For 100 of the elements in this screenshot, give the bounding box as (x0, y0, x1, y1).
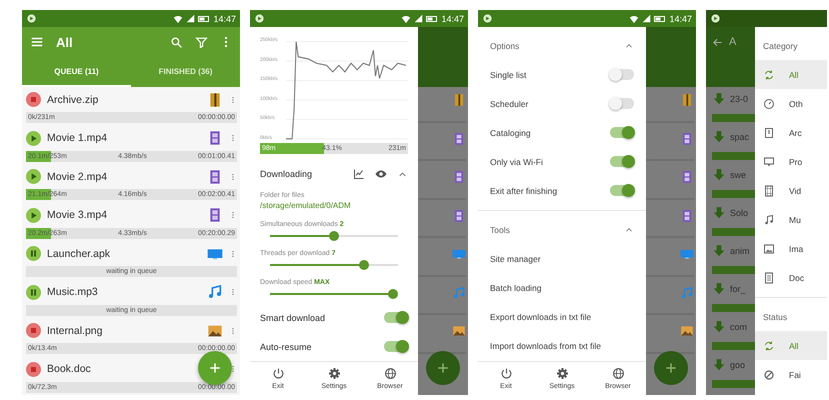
play-icon[interactable] (26, 130, 41, 146)
toggle-switch[interactable] (610, 98, 634, 109)
film-icon (680, 208, 694, 222)
add-button[interactable] (198, 351, 232, 385)
category-item[interactable]: Arc (755, 118, 827, 147)
setting-label: Exit after finishing (490, 186, 558, 196)
film-icon (452, 132, 466, 146)
pause-icon[interactable] (26, 246, 41, 261)
slider[interactable] (270, 288, 398, 298)
music-note-icon (680, 286, 694, 300)
category-item[interactable]: Doc (755, 263, 827, 292)
file-name: Movie 3.mp4 (47, 209, 108, 221)
toggle-switch[interactable] (610, 185, 634, 196)
music-note-icon (452, 286, 466, 300)
list-row-bar (712, 190, 755, 198)
list-row-bar (712, 304, 755, 312)
wifi-icon (173, 14, 184, 24)
toggle-switch[interactable] (384, 312, 408, 323)
eye-icon[interactable] (375, 168, 387, 180)
toggle-switch[interactable] (610, 156, 634, 167)
section-title: Options (490, 40, 520, 50)
chart-icon[interactable] (353, 168, 365, 180)
slider[interactable] (270, 230, 398, 240)
file-name: Solo (730, 208, 748, 218)
clock-time: 14:47 (213, 14, 236, 24)
category-item[interactable]: All (755, 60, 827, 89)
list-row-bar (712, 380, 755, 388)
menu-item[interactable]: Site manager (478, 244, 646, 273)
file-name: Internal.png (47, 324, 102, 336)
add-button[interactable] (654, 351, 688, 385)
category-item[interactable]: Oth (755, 89, 827, 118)
menu-icon[interactable] (30, 35, 44, 49)
menu-item[interactable]: Export downloads in txt file (478, 302, 646, 331)
section-title: Category (762, 40, 798, 53)
clock-time: 14:47 (669, 14, 692, 24)
plus-icon (208, 361, 222, 375)
film-icon (680, 132, 694, 146)
notification-icon (482, 13, 493, 24)
file-name: com (730, 322, 748, 332)
toggle-switch[interactable] (384, 341, 408, 352)
file-name: goo (730, 360, 746, 370)
search-icon[interactable] (170, 36, 183, 48)
file-name: anim (730, 246, 750, 256)
refresh-icon (763, 68, 775, 80)
globe-icon (384, 367, 396, 380)
file-name: Movie 2.mp4 (47, 170, 108, 182)
play-icon[interactable] (26, 208, 41, 222)
image-icon (207, 322, 223, 338)
plus-icon (436, 361, 450, 375)
download-arrow-icon (712, 282, 726, 296)
play-icon[interactable] (26, 169, 41, 184)
toggle-switch[interactable] (610, 69, 634, 80)
list-row-bar (712, 228, 755, 236)
stop-icon[interactable] (26, 323, 41, 338)
settings-icon (556, 367, 568, 380)
globe-icon (612, 367, 624, 380)
download-arrow-icon (712, 358, 726, 372)
settings-icon (328, 367, 340, 380)
music-note-icon (763, 214, 775, 226)
setting-label: Smart download (260, 312, 326, 322)
file-name: spac (730, 132, 750, 142)
notification-icon (710, 13, 721, 24)
back-arrow-icon[interactable] (712, 36, 723, 48)
document-icon (763, 272, 775, 284)
folder-path[interactable]: /storage/emulated/0/ADM (260, 201, 408, 210)
menu-item[interactable]: Import downloads from txt file (478, 331, 646, 360)
menu-item[interactable]: Batch loading (478, 273, 646, 302)
wifi-icon (629, 14, 640, 24)
archive-file-icon (452, 93, 466, 107)
screen-title: All (56, 34, 74, 50)
file-name: 23-0 (730, 94, 748, 104)
stop-icon[interactable] (26, 362, 41, 376)
archive-icon (763, 126, 775, 138)
category-item[interactable]: Fai (755, 360, 827, 389)
category-item[interactable]: Pro (755, 147, 827, 176)
setting-label: Only via Wi-Fi (490, 156, 543, 166)
stop-icon[interactable] (26, 92, 41, 107)
pause-icon[interactable] (26, 284, 41, 300)
toggle-switch[interactable] (610, 127, 634, 138)
notification-icon (254, 13, 265, 24)
setting-label: Cataloging (490, 128, 531, 138)
blocked-icon (763, 368, 775, 380)
notification-icon (26, 13, 37, 24)
filter-icon[interactable] (195, 36, 208, 48)
section-title: Downloading (260, 169, 314, 179)
plus-icon (664, 361, 678, 375)
archive-file-icon (680, 93, 694, 107)
list-row-bar (712, 152, 755, 160)
download-arrow-icon (712, 244, 726, 258)
add-button[interactable] (426, 351, 460, 385)
slider[interactable] (270, 260, 398, 270)
film-icon (680, 170, 694, 184)
file-name: Movie 1.mp4 (47, 132, 108, 144)
category-item[interactable]: Ima (755, 234, 827, 263)
section-title: Status (762, 310, 788, 324)
setting-label: Auto-resume (260, 342, 312, 352)
category-item[interactable]: Mu (755, 205, 827, 234)
category-item[interactable]: Vid (755, 176, 827, 205)
category-item[interactable]: All (755, 331, 827, 360)
image-icon (452, 324, 466, 338)
